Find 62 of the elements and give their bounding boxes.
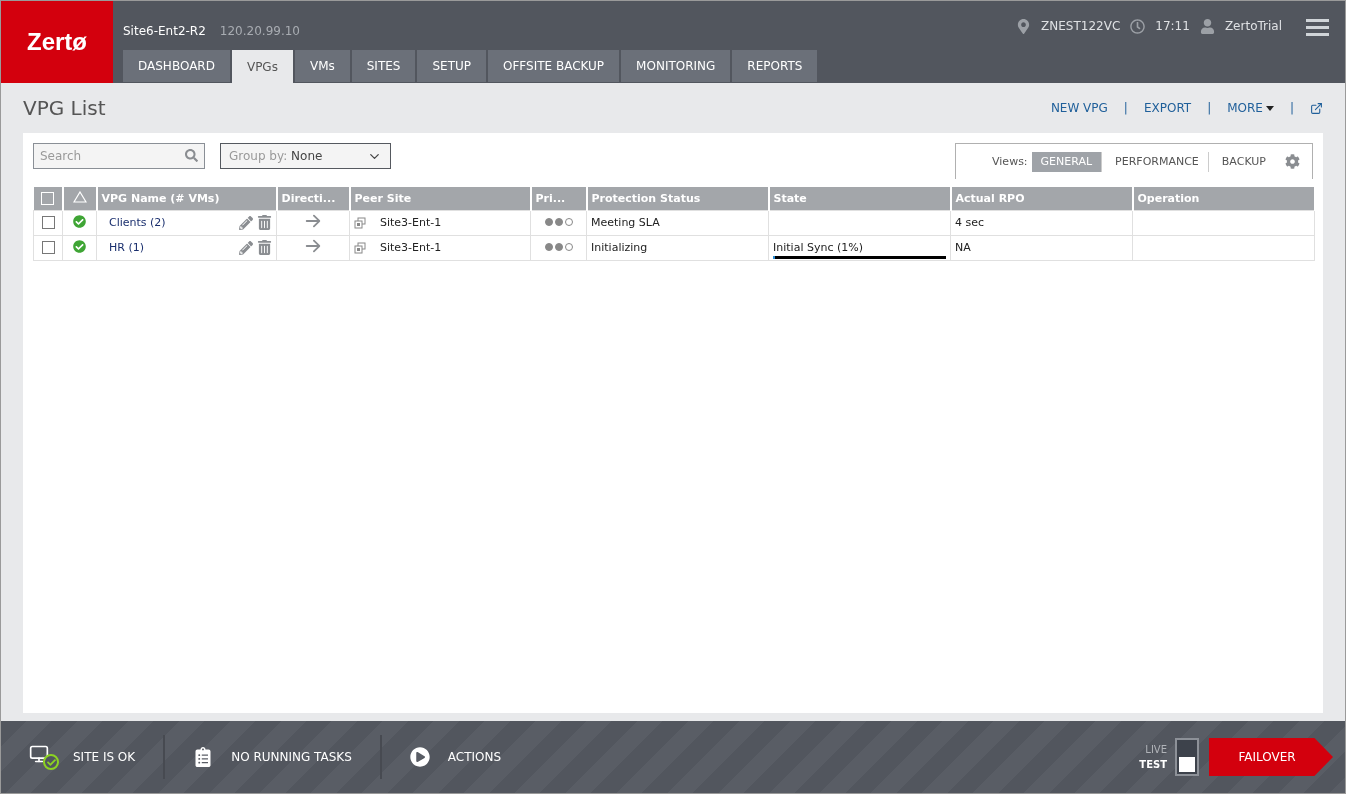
views-label: Views: — [992, 155, 1028, 168]
vpg-state: Initial Sync (1%) — [773, 239, 864, 254]
action-link[interactable]: MORE — [1227, 101, 1274, 115]
nav-tab[interactable]: REPORTS — [732, 50, 818, 82]
search-field[interactable]: Search — [33, 143, 205, 169]
mode-label: TEST — [1139, 759, 1167, 770]
nav-tab[interactable]: DASHBOARD — [123, 50, 230, 82]
edit-pencil-icon[interactable] — [239, 215, 253, 230]
peer-site: Site3-Ent-1 — [380, 241, 442, 254]
user-name: ZertoTrial — [1224, 19, 1282, 33]
alert-triangle-icon — [72, 190, 87, 203]
clock-icon — [1130, 19, 1146, 34]
separator: | — [1123, 101, 1128, 115]
site-name: Site6-Ent2-R2 — [123, 24, 206, 38]
external-link-icon[interactable] — [1310, 101, 1323, 115]
monitor-check-icon — [29, 744, 59, 770]
location-name: ZNEST122VC — [1041, 19, 1121, 33]
settings-icon[interactable] — [1285, 154, 1300, 169]
edit-pencil-icon[interactable] — [239, 240, 253, 255]
view-tab[interactable]: GENERAL — [1031, 151, 1103, 172]
status-text: NO RUNNING TASKS — [231, 750, 352, 764]
peer-site: Site3-Ent-1 — [380, 216, 442, 229]
separator: | — [1289, 101, 1294, 115]
action-link[interactable]: EXPORT — [1143, 101, 1192, 115]
group-by-dropdown[interactable]: Group by: None — [220, 143, 391, 169]
actual-rpo: 4 sec — [955, 216, 985, 229]
play-icon — [409, 747, 430, 767]
actual-rpo: NA — [955, 241, 971, 254]
trash-icon[interactable] — [257, 215, 272, 230]
user-icon — [1199, 19, 1215, 34]
nav-tab[interactable]: OFFSITE BACKUP — [488, 50, 620, 82]
protection-status: Meeting SLA — [591, 216, 660, 229]
nav-tab[interactable]: VPGs — [231, 50, 293, 83]
protection-status: Initializing — [591, 241, 648, 254]
trash-icon[interactable] — [257, 240, 272, 255]
site-icon — [354, 242, 366, 254]
nav-tab[interactable]: SETUP — [417, 50, 486, 82]
menu-icon[interactable] — [1306, 19, 1329, 36]
status-text[interactable]: ACTIONS — [447, 750, 502, 764]
failover-button[interactable]: FAILOVER — [1209, 738, 1333, 776]
row-checkbox[interactable] — [41, 216, 55, 230]
clipboard-icon — [193, 747, 214, 767]
arrow-right-icon — [304, 237, 322, 255]
status-text: SITE IS OK — [73, 750, 136, 764]
site-ip: 120.20.99.10 — [219, 24, 300, 38]
mode-label: LIVE — [1145, 744, 1167, 755]
nav-tab[interactable]: SITES — [351, 50, 416, 82]
separator: | — [1207, 101, 1212, 115]
arrow-right-icon — [304, 212, 322, 230]
nav-tab[interactable]: MONITORING — [621, 50, 731, 82]
select-all-checkbox[interactable] — [41, 192, 54, 205]
search-icon — [185, 149, 198, 162]
live-test-switch[interactable] — [1175, 738, 1199, 776]
zerto-logo: Zertø — [1, 1, 113, 83]
caret-icon — [1265, 105, 1274, 111]
clock-time: 17:11 — [1155, 19, 1190, 33]
action-link[interactable]: NEW VPG — [1050, 101, 1108, 115]
location-pin-icon — [1016, 19, 1032, 34]
nav-tab[interactable]: VMs — [294, 50, 350, 82]
row-checkbox[interactable] — [41, 241, 55, 255]
site-icon — [354, 217, 366, 229]
page-title: VPG List — [23, 96, 107, 120]
